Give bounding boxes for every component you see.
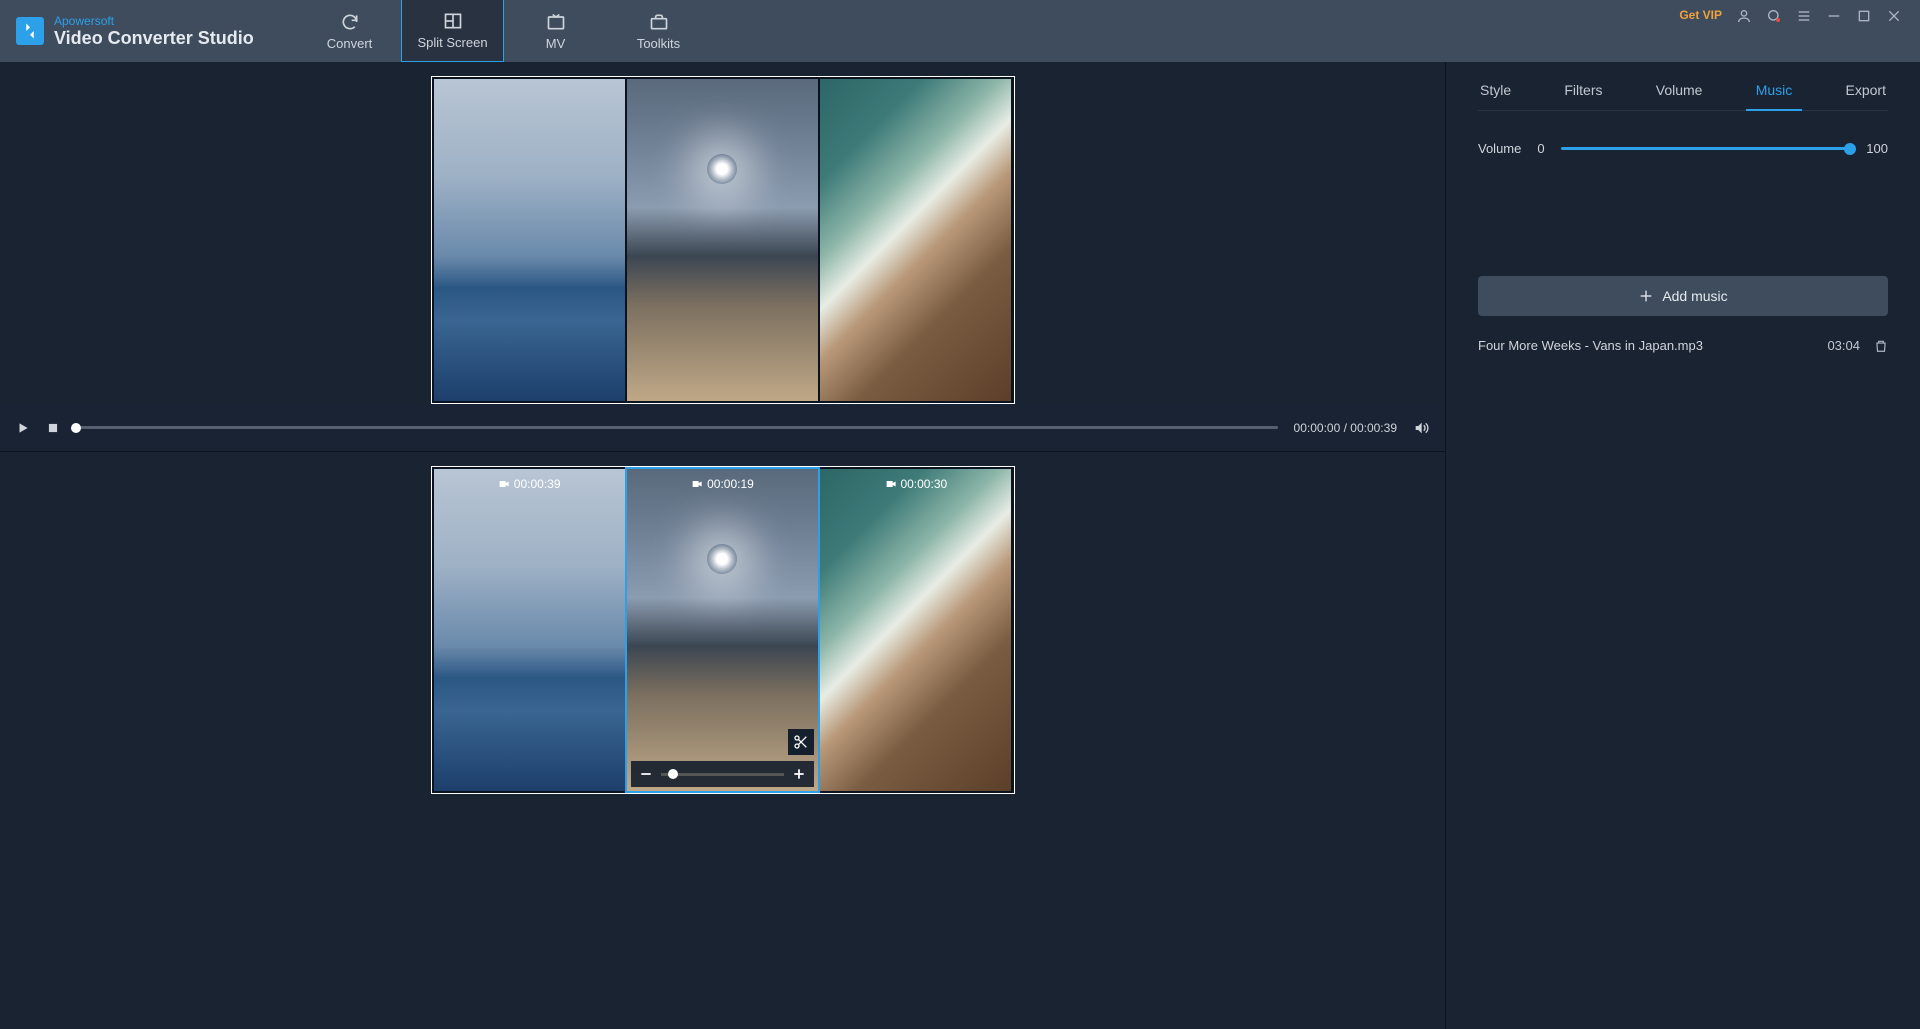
volume-knob[interactable]	[1844, 143, 1856, 155]
plus-icon	[1638, 288, 1654, 304]
window-controls: Get VIP	[1679, 0, 1920, 62]
clip-header: 00:00:39	[498, 477, 561, 491]
tab-export[interactable]: Export	[1844, 76, 1888, 110]
playback-bar: 00:00:00 / 00:00:39	[0, 404, 1445, 451]
zoom-in-icon[interactable]	[792, 767, 806, 781]
tab-style[interactable]: Style	[1478, 76, 1513, 110]
refresh-icon	[340, 12, 360, 32]
sidebar: Style Filters Volume Music Export Volume…	[1445, 62, 1920, 1029]
preview-panel: 00:00:00 / 00:00:39	[0, 62, 1445, 451]
music-item[interactable]: Four More Weeks - Vans in Japan.mp3 03:0…	[1478, 338, 1888, 353]
add-music-label: Add music	[1662, 288, 1727, 304]
zoom-knob[interactable]	[668, 769, 678, 779]
timeline-clip-3[interactable]: 00:00:30	[820, 469, 1011, 791]
volume-min: 0	[1537, 141, 1544, 156]
video-icon	[691, 478, 703, 490]
preview-cell-1[interactable]	[434, 79, 625, 401]
volume-row: Volume 0 100	[1478, 141, 1888, 156]
app-title: Video Converter Studio	[54, 29, 254, 47]
video-icon	[498, 478, 510, 490]
volume-slider[interactable]	[1561, 147, 1851, 150]
close-icon[interactable]	[1886, 8, 1902, 24]
nav-tab-mv[interactable]: MV	[504, 0, 607, 62]
nav-tab-split-screen[interactable]: Split Screen	[401, 0, 504, 62]
split-screen-icon	[443, 11, 463, 31]
scissors-icon	[793, 734, 809, 750]
trash-icon[interactable]	[1874, 339, 1888, 353]
nav-tab-label: Split Screen	[417, 35, 487, 50]
nav-tab-convert[interactable]: Convert	[298, 0, 401, 62]
volume-label: Volume	[1478, 141, 1521, 156]
timeline-frame: 00:00:39 00:00:19	[431, 466, 1015, 794]
clip-duration: 00:00:19	[707, 477, 754, 491]
tab-music[interactable]: Music	[1754, 76, 1795, 110]
add-music-button[interactable]: Add music	[1478, 276, 1888, 316]
preview-frame	[431, 76, 1015, 404]
user-icon[interactable]	[1736, 8, 1752, 24]
toolkit-icon	[649, 12, 669, 32]
maximize-icon[interactable]	[1856, 8, 1872, 24]
notification-icon[interactable]	[1766, 8, 1782, 24]
nav-tab-label: MV	[546, 36, 566, 51]
video-icon	[884, 478, 896, 490]
app-logo-icon	[16, 17, 44, 45]
music-title: Four More Weeks - Vans in Japan.mp3	[1478, 338, 1827, 353]
music-duration: 03:04	[1827, 338, 1860, 353]
stop-icon[interactable]	[46, 421, 60, 435]
mv-icon	[546, 12, 566, 32]
zoom-out-icon[interactable]	[639, 767, 653, 781]
volume-max: 100	[1866, 141, 1888, 156]
clip-duration: 00:00:30	[900, 477, 947, 491]
tab-volume[interactable]: Volume	[1654, 76, 1705, 110]
brand-label: Apowersoft	[54, 15, 254, 27]
main-area: 00:00:00 / 00:00:39 00:00:39 00:00:19	[0, 62, 1920, 1029]
nav-tab-toolkits[interactable]: Toolkits	[607, 0, 710, 62]
clip-header: 00:00:19	[691, 477, 754, 491]
cut-button[interactable]	[788, 729, 814, 755]
time-current: 00:00:00	[1294, 421, 1341, 435]
time-total: 00:00:39	[1350, 421, 1397, 435]
zoom-slider[interactable]	[661, 773, 784, 776]
nav-tabs: Convert Split Screen MV Toolkits	[298, 0, 710, 62]
clip-duration: 00:00:39	[514, 477, 561, 491]
nav-tab-label: Toolkits	[637, 36, 680, 51]
timeline-panel: 00:00:39 00:00:19	[0, 451, 1445, 1029]
logo-area: Apowersoft Video Converter Studio	[0, 0, 298, 62]
app-header: Apowersoft Video Converter Studio Conver…	[0, 0, 1920, 62]
minimize-icon[interactable]	[1826, 8, 1842, 24]
preview-cell-3[interactable]	[820, 79, 1011, 401]
seek-knob[interactable]	[71, 423, 81, 433]
preview-cell-2[interactable]	[627, 79, 818, 401]
get-vip-link[interactable]: Get VIP	[1679, 8, 1722, 22]
clip-header: 00:00:30	[884, 477, 947, 491]
timeline-clip-1[interactable]: 00:00:39	[434, 469, 625, 791]
editor-area: 00:00:00 / 00:00:39 00:00:39 00:00:19	[0, 62, 1445, 1029]
nav-tab-label: Convert	[327, 36, 373, 51]
play-icon[interactable]	[16, 421, 30, 435]
zoom-bar	[631, 761, 814, 787]
timeline-clip-2[interactable]: 00:00:19	[625, 467, 820, 793]
seek-slider[interactable]	[76, 426, 1278, 429]
time-display: 00:00:00 / 00:00:39	[1294, 421, 1397, 435]
tab-filters[interactable]: Filters	[1562, 76, 1604, 110]
menu-icon[interactable]	[1796, 8, 1812, 24]
sidebar-tabs: Style Filters Volume Music Export	[1478, 76, 1888, 111]
volume-icon[interactable]	[1413, 420, 1429, 436]
logo-text: Apowersoft Video Converter Studio	[54, 15, 254, 47]
